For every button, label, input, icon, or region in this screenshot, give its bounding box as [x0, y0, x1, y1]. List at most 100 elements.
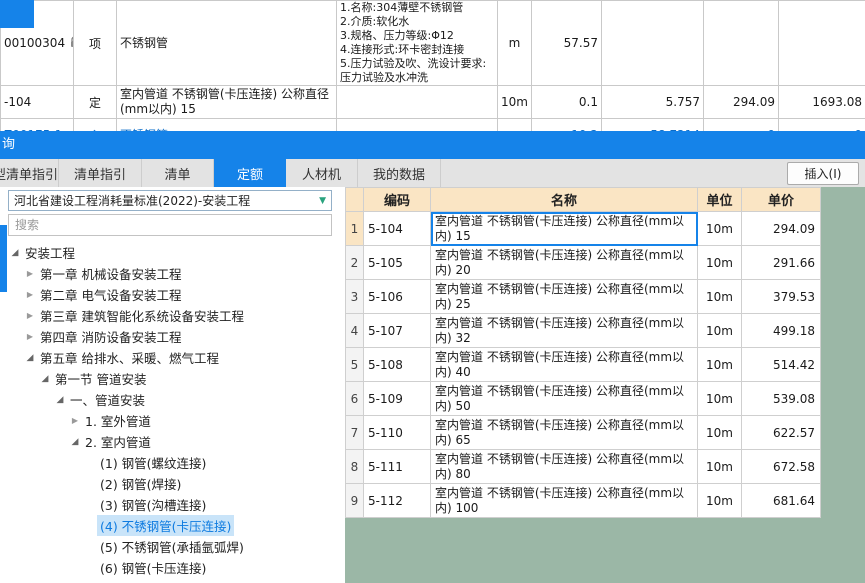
tab-quota[interactable]: 定额 [214, 159, 287, 187]
quota-price-cell[interactable]: 681.64 [741, 483, 821, 518]
quota-row[interactable]: 6 5-109 室内管道 不锈钢管(卡压连接) 公称直径(mm以内) 50 10… [345, 381, 821, 416]
quota-price-cell[interactable]: 291.66 [741, 245, 821, 280]
tab-my-data[interactable]: 我的数据 [358, 159, 442, 187]
quota-code-cell[interactable]: 5-105 [363, 245, 431, 280]
bill-name-cell[interactable]: 室内管道 不锈钢管(卡压连接) 公称直径(mm以内) 15 [116, 85, 337, 119]
tree-item[interactable]: (1) 钢管(螺纹连接) [0, 452, 345, 473]
tree-expanded-icon[interactable]: ◢ [23, 353, 37, 363]
quota-row[interactable]: 8 5-111 室内管道 不锈钢管(卡压连接) 公称直径(mm以内) 80 10… [345, 449, 821, 484]
tree-expanded-icon[interactable]: ◢ [8, 248, 22, 258]
tree-item[interactable]: ▶ 第四章 消防设备安装工程 [0, 326, 345, 347]
tab-list-guide[interactable]: 清单指引 [59, 159, 143, 187]
bill-quantity-cell[interactable]: 10.2 [531, 118, 602, 131]
quota-name-cell[interactable]: 室内管道 不锈钢管(卡压连接) 公称直径(mm以内) 32 [430, 313, 698, 348]
bill-spec-cell[interactable] [336, 85, 498, 119]
bill-name-cell[interactable]: 不锈钢管 [116, 0, 337, 86]
tree-collapsed-icon[interactable]: ▶ [23, 332, 37, 341]
tree-collapsed-icon[interactable]: ▶ [23, 269, 37, 278]
quota-name-cell[interactable]: 室内管道 不锈钢管(卡压连接) 公称直径(mm以内) 100 [430, 483, 698, 518]
tree-item[interactable]: (2) 钢管(焊接) [0, 473, 345, 494]
quota-code-cell[interactable]: 5-109 [363, 381, 431, 416]
quota-row[interactable]: 5 5-108 室内管道 不锈钢管(卡压连接) 公称直径(mm以内) 40 10… [345, 347, 821, 382]
quota-price-cell[interactable]: 539.08 [741, 381, 821, 416]
bill-total-cell[interactable] [778, 0, 865, 86]
bill-amount-cell[interactable]: 58.7214 [601, 118, 704, 131]
bill-unit-cell[interactable]: 10m [497, 85, 532, 119]
bill-price-cell[interactable] [703, 0, 779, 86]
bill-row[interactable]: 00100304 项 不锈钢管 1.名称:304薄壁不锈钢管 2.介质:软化水 … [0, 0, 865, 86]
quota-code-cell[interactable]: 5-104 [363, 211, 431, 246]
bill-row[interactable]: Z00175-1 主 不锈钢管 m 10.2 58.7214 0 0 [0, 118, 865, 131]
bill-quantity-cell[interactable]: 0.1 [531, 85, 602, 119]
quota-row[interactable]: 9 5-112 室内管道 不锈钢管(卡压连接) 公称直径(mm以内) 100 1… [345, 483, 821, 518]
quota-row-number[interactable]: 2 [345, 245, 364, 280]
quota-code-cell[interactable]: 5-112 [363, 483, 431, 518]
quota-row-number[interactable]: 7 [345, 415, 364, 450]
bill-total-cell[interactable]: 1693.08 [778, 85, 865, 119]
tree-collapsed-icon[interactable]: ▶ [23, 311, 37, 320]
quota-unit-cell[interactable]: 10m [697, 415, 742, 450]
bill-unit-cell[interactable]: m [497, 0, 532, 86]
quota-unit-cell[interactable]: 10m [697, 449, 742, 484]
quota-price-cell[interactable]: 499.18 [741, 313, 821, 348]
quota-unit-cell[interactable]: 10m [697, 347, 742, 382]
quota-name-cell[interactable]: 室内管道 不锈钢管(卡压连接) 公称直径(mm以内) 80 [430, 449, 698, 484]
quota-price-cell[interactable]: 672.58 [741, 449, 821, 484]
quota-row-number[interactable]: 9 [345, 483, 364, 518]
tab-list[interactable]: 清单 [142, 159, 215, 187]
bill-quantity-cell[interactable]: 57.57 [531, 0, 602, 86]
quota-standard-select[interactable]: 河北省建设工程消耗量标准(2022)-安装工程 ▼ [8, 190, 332, 211]
bill-code-cell[interactable]: -104 [0, 85, 74, 119]
quota-code-cell[interactable]: 5-110 [363, 415, 431, 450]
quota-name-cell[interactable]: 室内管道 不锈钢管(卡压连接) 公称直径(mm以内) 20 [430, 245, 698, 280]
quota-row[interactable]: 4 5-107 室内管道 不锈钢管(卡压连接) 公称直径(mm以内) 32 10… [345, 313, 821, 348]
bill-price-cell[interactable]: 0 [703, 118, 779, 131]
quota-row-number[interactable]: 8 [345, 449, 364, 484]
tree-expanded-icon[interactable]: ◢ [68, 437, 82, 447]
quota-row[interactable]: 2 5-105 室内管道 不锈钢管(卡压连接) 公称直径(mm以内) 20 10… [345, 245, 821, 280]
tree-item[interactable]: ▶ 第三章 建筑智能化系统设备安装工程 [0, 305, 345, 326]
insert-button[interactable]: 插入(I) [787, 162, 859, 185]
quota-price-cell[interactable]: 622.57 [741, 415, 821, 450]
bill-amount-cell[interactable] [601, 0, 704, 86]
tree-item[interactable]: ◢ 安装工程 [0, 242, 345, 263]
quota-row-number[interactable]: 1 [345, 211, 364, 246]
tree-item[interactable]: ◢ 第五章 给排水、采暖、燃气工程 [0, 347, 345, 368]
quota-row[interactable]: 7 5-110 室内管道 不锈钢管(卡压连接) 公称直径(mm以内) 65 10… [345, 415, 821, 450]
quota-unit-cell[interactable]: 10m [697, 313, 742, 348]
tree-item[interactable]: (5) 不锈钢管(承插氩弧焊) [0, 536, 345, 557]
bill-row[interactable]: -104 定 室内管道 不锈钢管(卡压连接) 公称直径(mm以内) 15 10m… [0, 85, 865, 119]
bill-code-cell[interactable]: Z00175-1 [0, 118, 74, 131]
search-input[interactable] [8, 214, 332, 236]
quota-row-number[interactable]: 3 [345, 279, 364, 314]
bill-amount-cell[interactable]: 5.757 [601, 85, 704, 119]
quota-row-number[interactable]: 5 [345, 347, 364, 382]
quota-price-cell[interactable]: 514.42 [741, 347, 821, 382]
quota-name-cell[interactable]: 室内管道 不锈钢管(卡压连接) 公称直径(mm以内) 40 [430, 347, 698, 382]
quota-code-cell[interactable]: 5-108 [363, 347, 431, 382]
quota-code-cell[interactable]: 5-107 [363, 313, 431, 348]
tree-collapsed-icon[interactable]: ▶ [68, 416, 82, 425]
bill-total-cell[interactable]: 0 [778, 118, 865, 131]
tree-item[interactable]: (6) 钢管(卡压连接) [0, 557, 345, 578]
quota-name-cell[interactable]: 室内管道 不锈钢管(卡压连接) 公称直径(mm以内) 50 [430, 381, 698, 416]
quota-unit-cell[interactable]: 10m [697, 211, 742, 246]
quota-code-cell[interactable]: 5-111 [363, 449, 431, 484]
tree-expanded-icon[interactable]: ◢ [53, 395, 67, 405]
bill-spec-cell[interactable] [336, 118, 498, 131]
tree-item[interactable]: ▶ 第二章 电气设备安装工程 [0, 284, 345, 305]
quota-unit-cell[interactable]: 10m [697, 381, 742, 416]
tree-collapsed-icon[interactable]: ▶ [23, 290, 37, 299]
quota-price-cell[interactable]: 294.09 [741, 211, 821, 246]
quota-unit-cell[interactable]: 10m [697, 483, 742, 518]
quota-unit-cell[interactable]: 10m [697, 279, 742, 314]
tree-expanded-icon[interactable]: ◢ [38, 374, 52, 384]
tree-item[interactable]: ◢ 一、管道安装 [0, 389, 345, 410]
tab-type-list-guide[interactable]: 型清单指引 [0, 159, 59, 187]
bill-category-cell[interactable]: 主 [73, 118, 117, 131]
quota-unit-cell[interactable]: 10m [697, 245, 742, 280]
bill-category-cell[interactable]: 项 [73, 0, 117, 86]
bill-unit-cell[interactable]: m [497, 118, 532, 131]
tree-item[interactable]: ▶ 第一章 机械设备安装工程 [0, 263, 345, 284]
tree-item[interactable]: ▶ 1. 室外管道 [0, 410, 345, 431]
